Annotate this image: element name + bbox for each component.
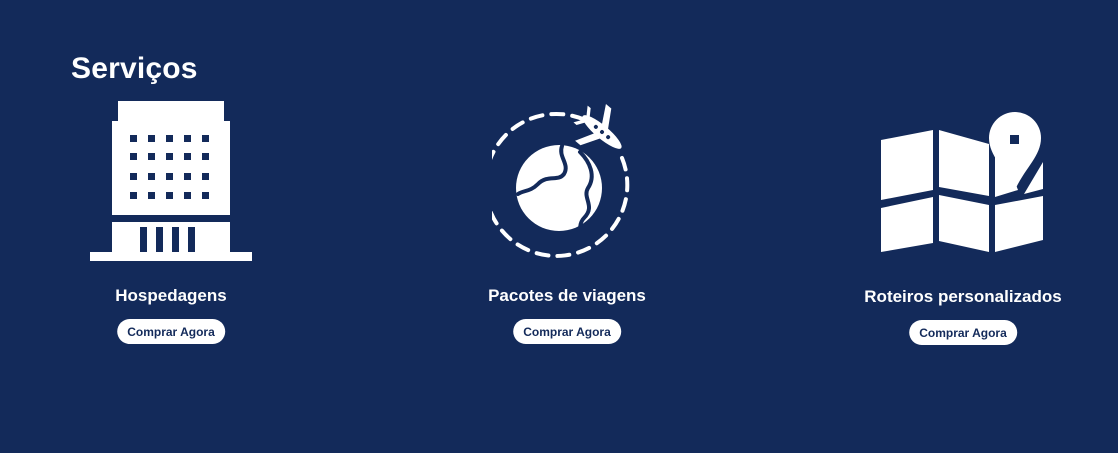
- service-name: Roteiros personalizados: [864, 287, 1062, 306]
- service-card-hospedagens: Hospedagens Comprar Agora: [41, 0, 301, 453]
- buy-roteiros-button[interactable]: Comprar Agora: [909, 320, 1017, 345]
- service-card-roteiros: Roteiros personalizados Comprar Agora: [833, 0, 1093, 453]
- globe-airplane-icon: [483, 102, 642, 267]
- buy-pacotes-button[interactable]: Comprar Agora: [513, 319, 621, 344]
- hotel-building-icon: [90, 101, 252, 268]
- service-name: Pacotes de viagens: [488, 286, 646, 305]
- service-name: Hospedagens: [115, 286, 227, 305]
- buy-hospedagens-button[interactable]: Comprar Agora: [117, 319, 225, 344]
- service-card-pacotes: Pacotes de viagens Comprar Agora: [437, 0, 697, 453]
- map-pin-icon: [881, 110, 1045, 257]
